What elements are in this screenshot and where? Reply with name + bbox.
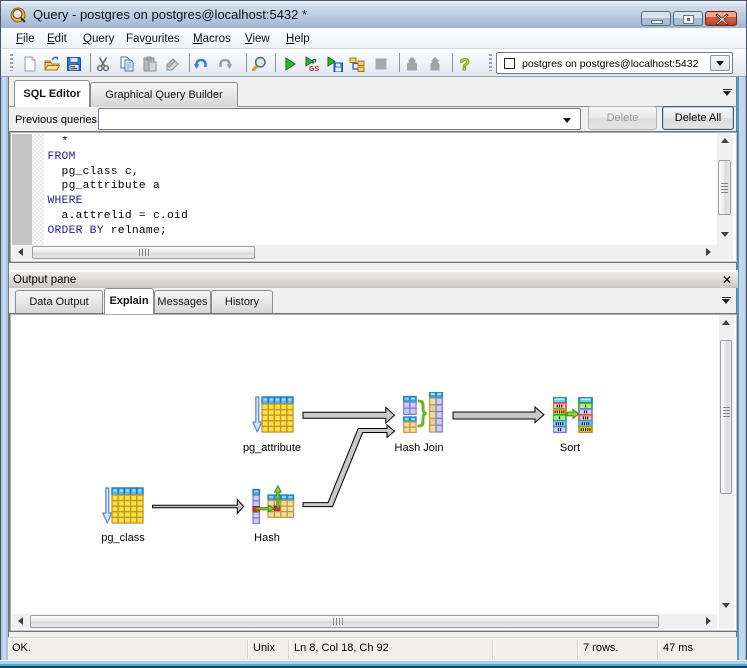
svg-text:?: ? [460, 56, 470, 72]
svg-text:GS: GS [309, 66, 319, 72]
svg-text:P: P [312, 59, 317, 66]
